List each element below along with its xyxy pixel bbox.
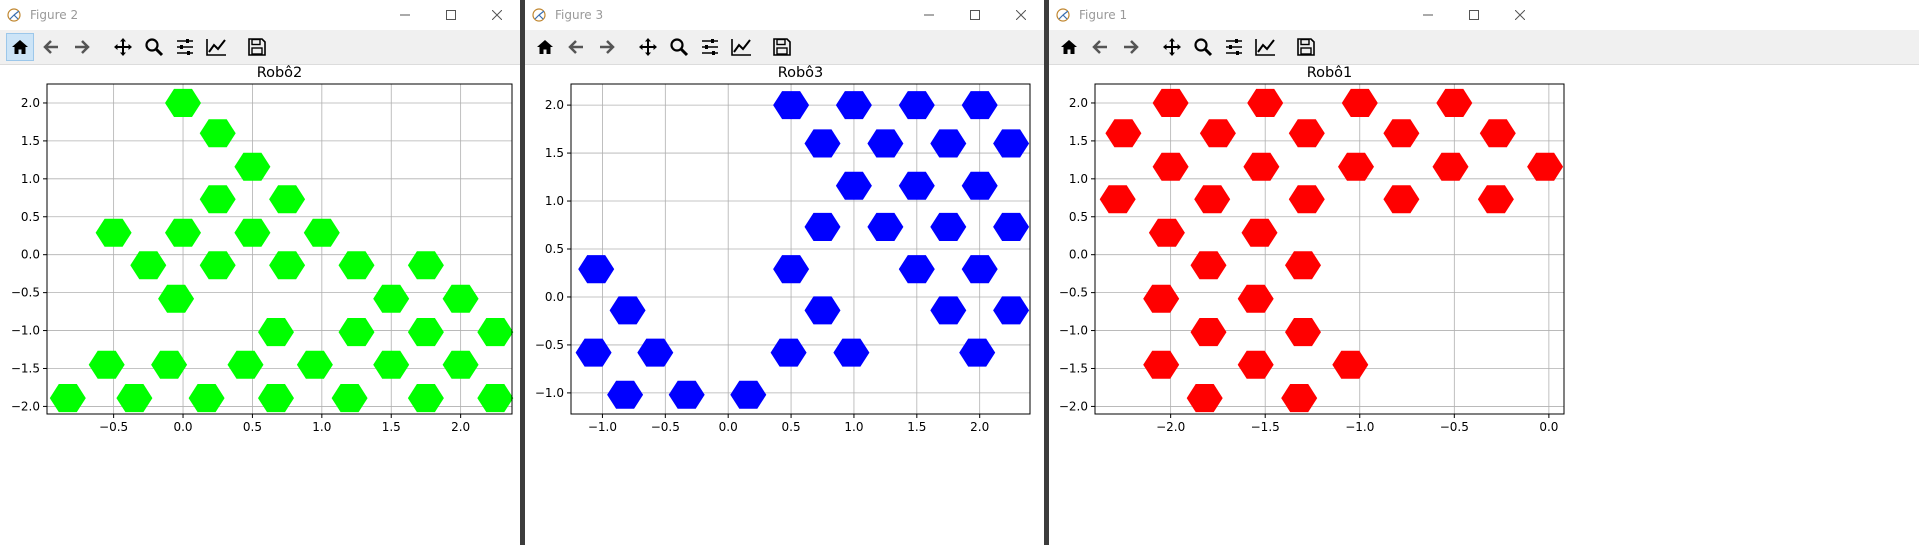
y-tick-label: 0.5 [21,210,40,224]
chart-title: Robô1 [1307,65,1353,81]
y-tick-label: −1.0 [1059,324,1088,338]
minimize-button[interactable] [1405,0,1451,30]
navigation-toolbar [1049,30,1919,65]
x-tick-label: −1.0 [588,420,617,434]
window-title: Figure 3 [555,8,604,22]
figure-window: Figure 1 −2.0 −1.5 −1.0 −0.5 0.0 −2.0 −1.5 −1.0… [1049,0,1919,545]
edit-axis-icon[interactable] [1251,33,1279,61]
x-tick-label: 0.5 [782,420,801,434]
edit-axis-icon[interactable] [727,33,755,61]
x-tick-label: −0.5 [99,420,128,434]
home-icon[interactable] [531,33,559,61]
back-arrow-icon[interactable] [562,33,590,61]
y-tick-label: −1.5 [11,361,40,375]
y-tick-label: −0.5 [1059,286,1088,300]
y-tick-label: 1.5 [21,134,40,148]
y-tick-label: −1.0 [11,324,40,338]
plot-area: −0.5 0.0 0.5 1.0 1.5 2.0 −2.0 −1.5 −1.0 −0.5 0.0 0.… [11,65,514,434]
maximize-button[interactable] [1451,0,1497,30]
x-tick-label: −1.5 [1251,420,1280,434]
figure-window: Figure 3 −1.0 −0.5 0.0 0.5 1.0 1.5 2.0 −1.0 −0.5… [525,0,1044,545]
matplotlib-icon [1055,7,1071,23]
pan-icon[interactable] [634,33,662,61]
configure-subplots-icon[interactable] [171,33,199,61]
navigation-toolbar [0,30,520,65]
y-tick-label: −1.0 [535,386,564,400]
x-tick-label: 1.5 [382,420,401,434]
title-bar: Figure 3 [525,0,1044,30]
configure-subplots-icon[interactable] [696,33,724,61]
zoom-icon[interactable] [1189,33,1217,61]
save-icon[interactable] [1292,33,1320,61]
close-button[interactable] [474,0,520,30]
zoom-icon[interactable] [140,33,168,61]
maximize-button[interactable] [428,0,474,30]
y-tick-label: 1.0 [21,172,40,186]
configure-subplots-icon[interactable] [1220,33,1248,61]
x-tick-label: 0.0 [173,420,192,434]
y-tick-label: 2.0 [545,98,564,112]
plot-area: −1.0 −0.5 0.0 0.5 1.0 1.5 2.0 −1.0 −0.5 0.0 0.5 1.0… [535,65,1031,434]
y-tick-label: −0.5 [535,338,564,352]
back-arrow-icon[interactable] [37,33,65,61]
forward-arrow-icon[interactable] [68,33,96,61]
forward-arrow-icon[interactable] [1117,33,1145,61]
minimize-button[interactable] [382,0,428,30]
x-tick-label: 0.5 [243,420,262,434]
minimize-button[interactable] [906,0,952,30]
y-tick-label: −2.0 [1059,399,1088,413]
title-bar: Figure 1 [1049,0,1919,30]
x-tick-label: 2.0 [970,420,989,434]
x-tick-label: 0.0 [719,420,738,434]
back-arrow-icon[interactable] [1086,33,1114,61]
maximize-button[interactable] [952,0,998,30]
matplotlib-icon [531,7,547,23]
x-tick-label: −2.0 [1156,420,1185,434]
chart-title: Robô2 [257,65,303,81]
forward-arrow-icon[interactable] [593,33,621,61]
pan-icon[interactable] [109,33,137,61]
x-tick-label: 1.0 [844,420,863,434]
navigation-toolbar [525,30,1044,65]
save-icon[interactable] [243,33,271,61]
y-tick-label: 0.0 [545,290,564,304]
x-tick-label: −0.5 [1440,420,1469,434]
x-tick-label: 1.0 [312,420,331,434]
x-tick-label: 0.0 [1539,420,1558,434]
save-icon[interactable] [768,33,796,61]
x-tick-label: −1.0 [1345,420,1374,434]
close-button[interactable] [1497,0,1543,30]
y-tick-label: 1.5 [1069,134,1088,148]
plot-area: −2.0 −1.5 −1.0 −0.5 0.0 −2.0 −1.5 −1.0 −0.5 0.0 0.… [1059,65,1565,434]
close-button[interactable] [998,0,1044,30]
x-tick-label: 2.0 [451,420,470,434]
y-tick-label: 0.5 [545,242,564,256]
y-tick-label: 2.0 [21,96,40,110]
window-title: Figure 1 [1079,8,1128,22]
figure-window: Figure 2 −0.5 0.0 0.5 1.0 1.5 2.0 −2.0 −1.5 −1.0… [0,0,520,545]
y-tick-label: 0.0 [1069,248,1088,262]
zoom-icon[interactable] [665,33,693,61]
y-tick-label: 1.5 [545,146,564,160]
y-tick-label: 0.0 [21,248,40,262]
home-icon[interactable] [6,33,34,61]
edit-axis-icon[interactable] [202,33,230,61]
x-tick-label: 1.5 [907,420,926,434]
window-title: Figure 2 [30,8,79,22]
pan-icon[interactable] [1158,33,1186,61]
y-tick-label: −0.5 [11,286,40,300]
y-tick-label: −1.5 [1059,361,1088,375]
chart-title: Robô3 [778,65,824,81]
y-tick-label: 0.5 [1069,210,1088,224]
matplotlib-icon [6,7,22,23]
y-tick-label: 2.0 [1069,96,1088,110]
title-bar: Figure 2 [0,0,520,30]
y-tick-label: 1.0 [545,194,564,208]
x-tick-label: −0.5 [651,420,680,434]
y-tick-label: 1.0 [1069,172,1088,186]
home-icon[interactable] [1055,33,1083,61]
y-tick-label: −2.0 [11,399,40,413]
